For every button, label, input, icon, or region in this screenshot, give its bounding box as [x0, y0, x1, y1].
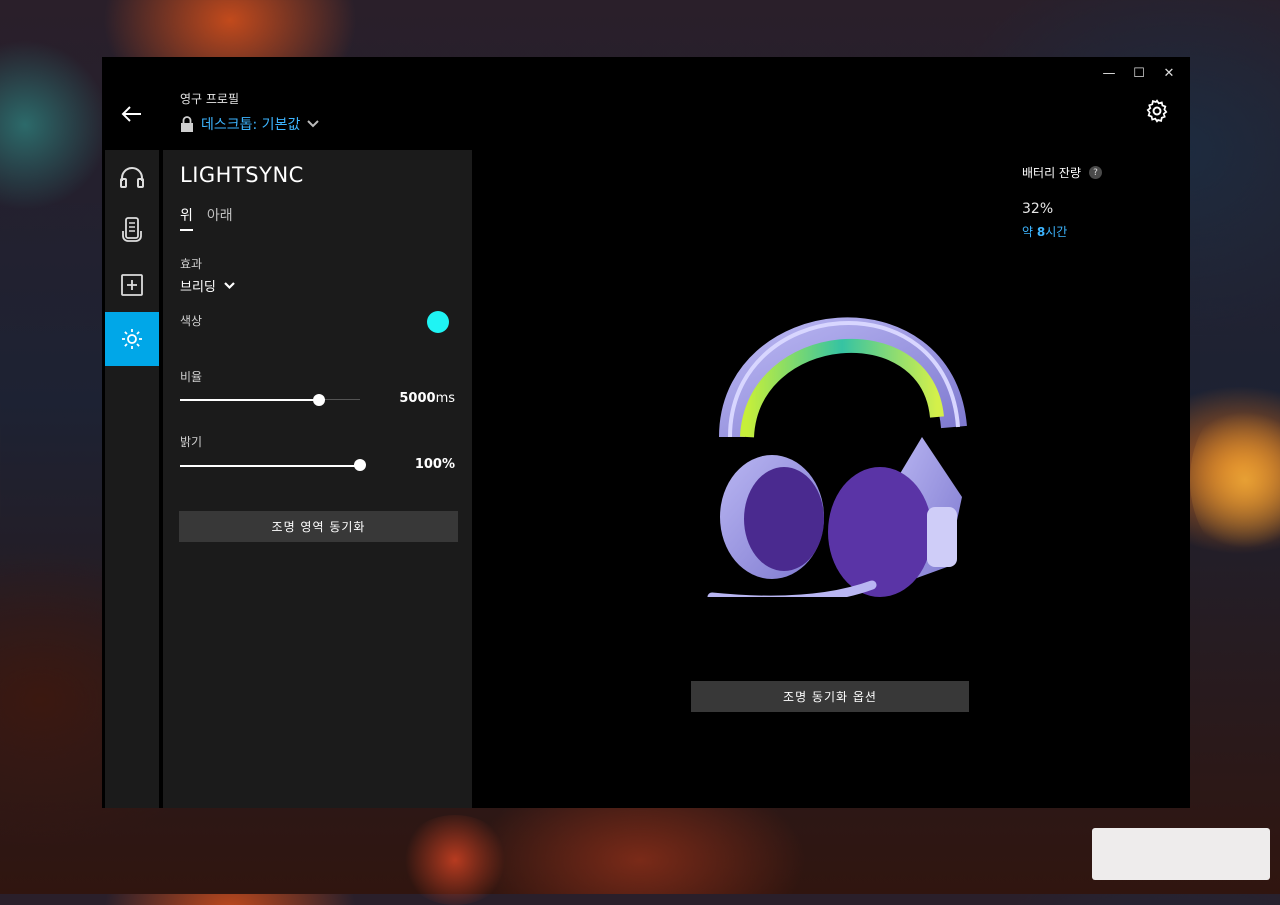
sidebar-item-lighting[interactable]: [105, 312, 159, 366]
add-square-icon: [121, 274, 143, 296]
close-button[interactable]: ✕: [1154, 65, 1184, 81]
maximize-button[interactable]: ☐: [1124, 65, 1154, 81]
tab-top[interactable]: 위: [180, 205, 193, 231]
sidebar-item-add[interactable]: [105, 258, 159, 312]
brightness-slider-handle[interactable]: [354, 459, 366, 471]
color-swatch[interactable]: [427, 311, 449, 333]
rate-value: 5000: [399, 391, 436, 406]
battery-label: 배터리 잔량: [1022, 166, 1082, 180]
tab-bottom[interactable]: 아래: [207, 205, 233, 231]
rate-label: 비율: [180, 370, 203, 384]
color-label: 색상: [180, 314, 203, 328]
brightness-slider-fill: [180, 465, 360, 467]
background-art-2: [1190, 400, 1280, 560]
battery-percent: 32%: [1022, 201, 1054, 217]
effect-dropdown[interactable]: 브리딩: [180, 276, 235, 295]
rate-slider-handle[interactable]: [312, 394, 325, 406]
sidebar-item-device[interactable]: [105, 204, 159, 258]
chevron-down-icon: [224, 281, 235, 289]
battery-time-prefix: 약: [1022, 225, 1037, 239]
chevron-down-icon: [307, 120, 320, 128]
sync-zones-button[interactable]: 조명 영역 동기화: [179, 511, 458, 542]
window-controls: — ☐ ✕: [1094, 65, 1184, 81]
gear-icon[interactable]: [1144, 98, 1170, 124]
rate-slider-fill: [180, 399, 319, 401]
effect-label: 효과: [180, 257, 203, 271]
lighting-sun-icon: [122, 329, 142, 349]
effect-value: 브리딩: [180, 280, 216, 295]
battery-label-row: 배터리 잔량 ?: [1022, 164, 1103, 181]
back-arrow-icon[interactable]: [120, 102, 144, 126]
brightness-label: 밝기: [180, 435, 203, 449]
brightness-value: 100%: [414, 457, 455, 472]
photographer-watermark: [1092, 828, 1270, 880]
sidebar-item-headset[interactable]: [105, 150, 159, 204]
sync-options-button[interactable]: 조명 동기화 옵션: [691, 681, 969, 712]
help-icon[interactable]: ?: [1089, 166, 1103, 179]
background-art: [0, 40, 110, 210]
battery-time: 약 8시간: [1022, 223, 1067, 240]
profile-selector[interactable]: 데스크톱: 기본값: [180, 114, 320, 134]
background-art-3: [400, 815, 510, 905]
minimize-button[interactable]: —: [1094, 65, 1124, 81]
battery-time-hours: 8: [1036, 225, 1046, 239]
lock-icon: [181, 116, 193, 132]
headset-image: [707, 317, 967, 597]
app-window: — ☐ ✕ 영구 프로필 데스크톱: 기본값 LIGHTSYNC 위 아래 효과…: [102, 57, 1190, 808]
panel-title: LIGHTSYNC: [180, 163, 304, 187]
device-settings-icon: [122, 217, 142, 242]
rate-readout: 5000ms: [399, 391, 455, 406]
lightsync-panel: LIGHTSYNC 위 아래 효과 브리딩 색상 비율 5000ms 밝기 10…: [163, 150, 472, 808]
battery-time-suffix: 시간: [1045, 225, 1068, 239]
sidebar: [105, 150, 159, 808]
profile-label: 영구 프로필: [180, 92, 240, 106]
rate-unit: ms: [435, 391, 455, 406]
zone-tabs: 위 아래: [180, 205, 233, 231]
headphones-icon: [120, 167, 144, 188]
profile-value: 데스크톱: 기본값: [201, 117, 301, 133]
